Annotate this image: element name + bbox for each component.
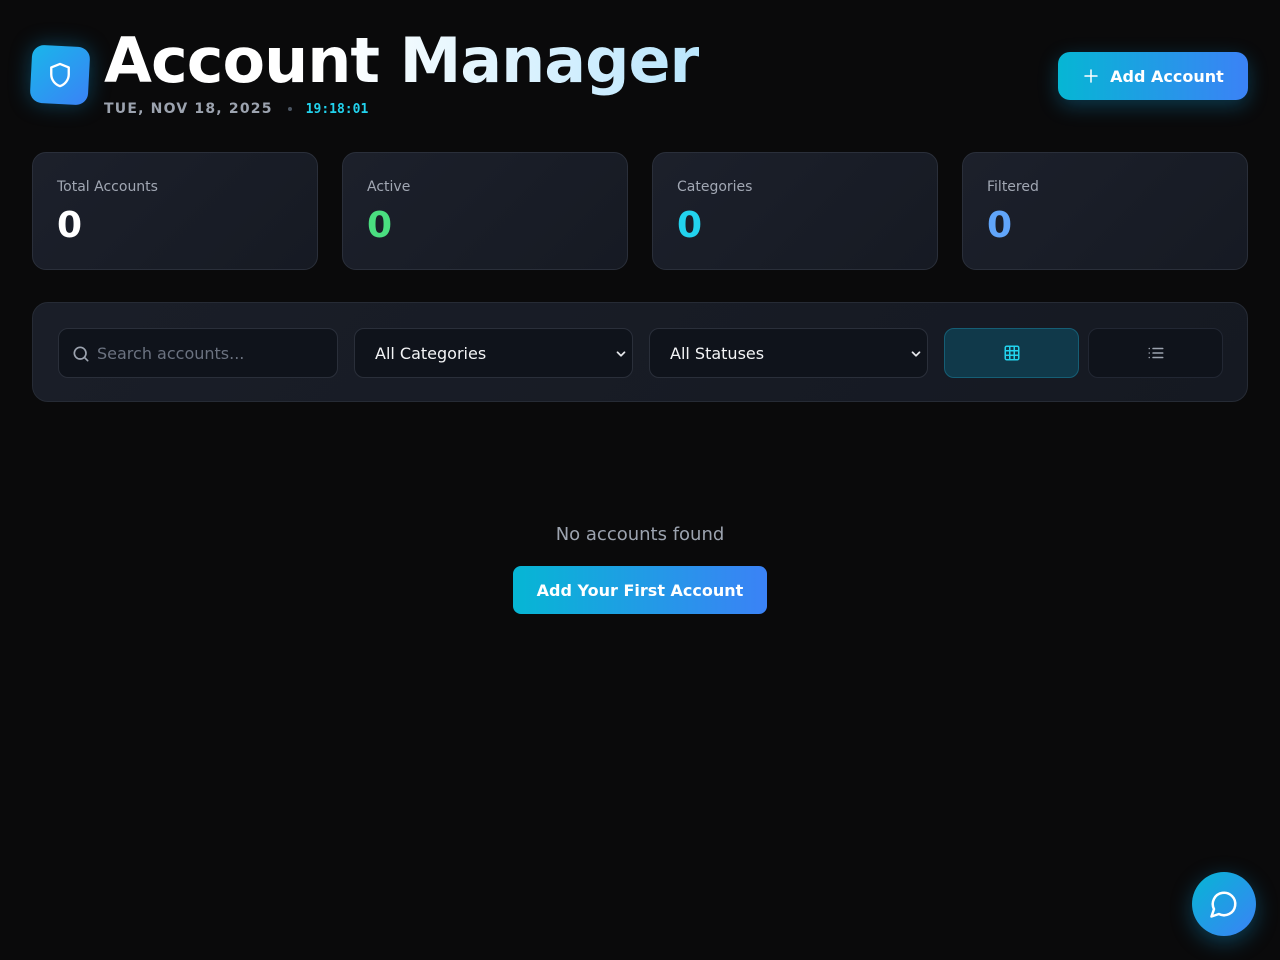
search-icon <box>73 346 89 362</box>
add-account-label: Add Account <box>1110 66 1224 86</box>
current-time: 19:18:01 <box>305 101 369 117</box>
stat-label: Active <box>367 179 411 195</box>
stat-card-total-accounts: Total Accounts 0 <box>32 152 318 270</box>
status-select[interactable]: All Statuses <box>649 328 928 378</box>
add-account-button[interactable]: Add Account <box>1058 52 1248 100</box>
list-icon <box>1148 347 1163 359</box>
stat-label: Filtered <box>987 179 1039 195</box>
separator-dot <box>287 107 292 111</box>
search-input[interactable] <box>97 329 333 377</box>
stat-value: 0 <box>987 205 1013 246</box>
stat-card-active: Active 0 <box>342 152 628 270</box>
status-select-value: All Statuses <box>670 343 765 363</box>
page-title: Account Manager <box>104 24 700 97</box>
shield-icon <box>50 62 70 88</box>
chevron-down-icon <box>616 351 626 357</box>
account-manager-page: Account Manager TUE, NOV 18, 2025 19:18:… <box>0 0 1280 960</box>
stat-value: 0 <box>677 205 703 246</box>
stat-value: 0 <box>57 205 83 246</box>
current-date: TUE, NOV 18, 2025 <box>104 101 273 117</box>
list-view-button[interactable] <box>1088 328 1223 378</box>
empty-state-message: No accounts found <box>555 524 725 545</box>
stat-card-filtered: Filtered 0 <box>962 152 1248 270</box>
plus-icon <box>1084 69 1098 83</box>
chat-button[interactable] <box>1192 872 1256 936</box>
stat-label: Categories <box>677 179 753 195</box>
add-first-account-button[interactable]: Add Your First Account <box>513 566 767 614</box>
filter-bar: All Categories All Statuses <box>32 302 1248 402</box>
app-logo <box>29 44 91 106</box>
date-time-line: TUE, NOV 18, 2025 19:18:01 <box>104 101 368 117</box>
stat-label: Total Accounts <box>57 179 158 195</box>
grid-view-button[interactable] <box>944 328 1079 378</box>
stat-card-categories: Categories 0 <box>652 152 938 270</box>
chat-icon <box>1210 891 1237 918</box>
category-select[interactable]: All Categories <box>354 328 633 378</box>
grid-icon <box>1004 345 1019 361</box>
stat-value: 0 <box>367 205 393 246</box>
search-box <box>58 328 338 378</box>
category-select-value: All Categories <box>375 343 487 363</box>
chevron-down-icon <box>911 351 921 357</box>
